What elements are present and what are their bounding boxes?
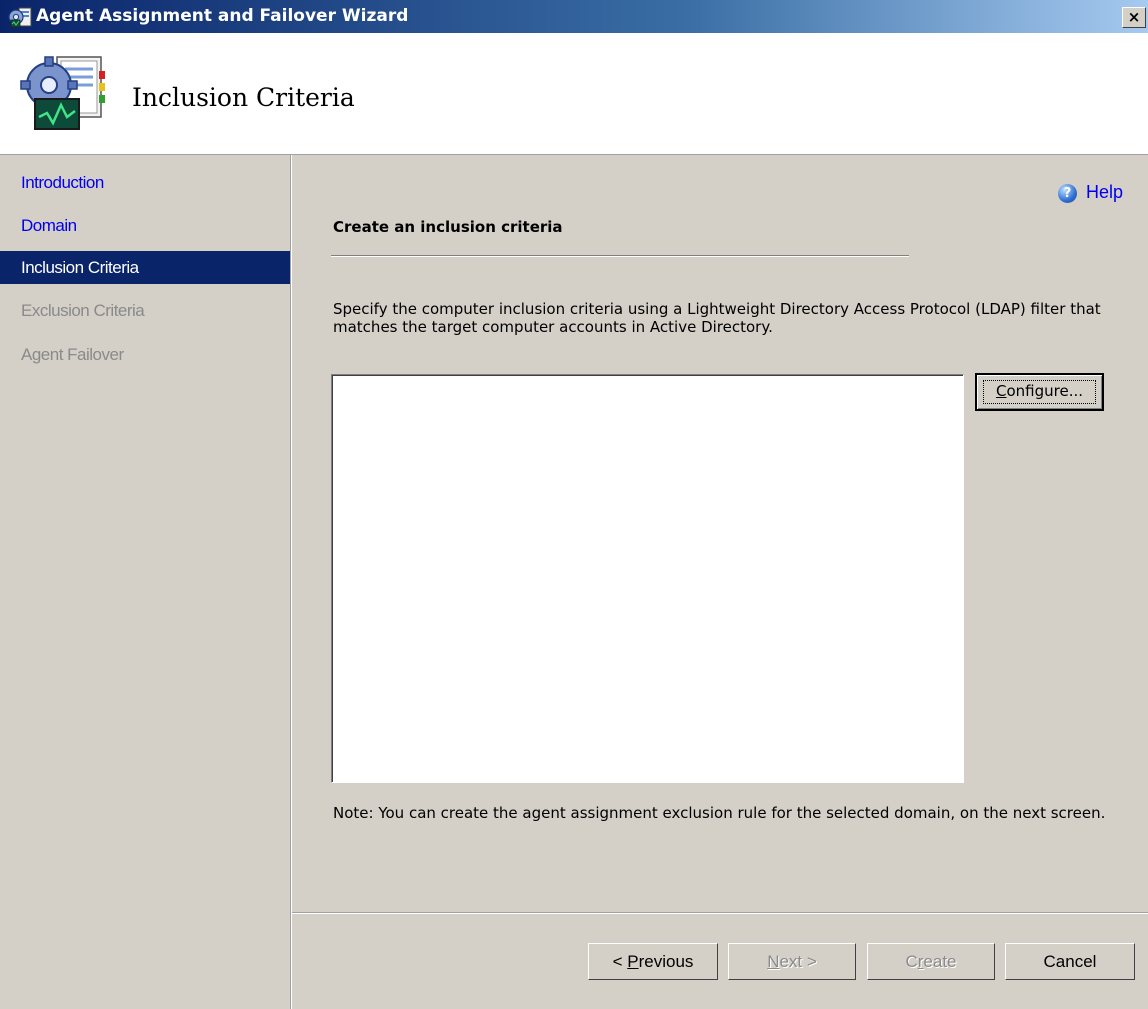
- sidebar-item-domain[interactable]: Domain: [0, 209, 290, 242]
- page-title: Inclusion Criteria: [132, 83, 355, 112]
- wizard-gear-book-icon: [20, 56, 105, 130]
- sidebar-item-introduction[interactable]: Introduction: [0, 166, 290, 199]
- close-button[interactable]: ×: [1122, 7, 1146, 28]
- criteria-value: [332, 375, 963, 782]
- window-title: Agent Assignment and Failover Wizard: [36, 6, 409, 26]
- wizard-header: Inclusion Criteria: [0, 33, 1148, 155]
- sidebar-item-inclusion-criteria[interactable]: Inclusion Criteria: [0, 251, 290, 284]
- focus-rectangle: [983, 380, 1096, 404]
- help-link[interactable]: Help: [1086, 182, 1123, 203]
- section-divider: [331, 255, 909, 257]
- description-text: Specify the computer inclusion criteria …: [333, 300, 1101, 336]
- title-bar: Agent Assignment and Failover Wizard ×: [0, 0, 1148, 33]
- sidebar-divider: [290, 155, 292, 1009]
- sidebar-item-exclusion-criteria: Exclusion Criteria: [21, 301, 145, 320]
- note-text: Note: You can create the agent assignmen…: [333, 804, 1106, 822]
- next-button: Next >: [728, 943, 856, 980]
- section-title: Create an inclusion criteria: [333, 218, 563, 236]
- configure-button[interactable]: Configure...: [975, 373, 1104, 411]
- close-icon: ×: [1127, 8, 1141, 26]
- previous-button[interactable]: < Previous: [588, 943, 718, 980]
- cancel-button[interactable]: Cancel: [1005, 943, 1135, 980]
- sidebar-item-agent-failover: Agent Failover: [21, 345, 124, 364]
- wizard-step-sidebar: Introduction Domain Inclusion Criteria E…: [0, 155, 291, 1009]
- wizard-app-icon: [8, 7, 32, 28]
- help-icon[interactable]: ?: [1058, 184, 1077, 203]
- inclusion-criteria-textbox[interactable]: [331, 374, 964, 783]
- footer-divider: [292, 912, 1148, 914]
- create-button: Create: [867, 943, 995, 980]
